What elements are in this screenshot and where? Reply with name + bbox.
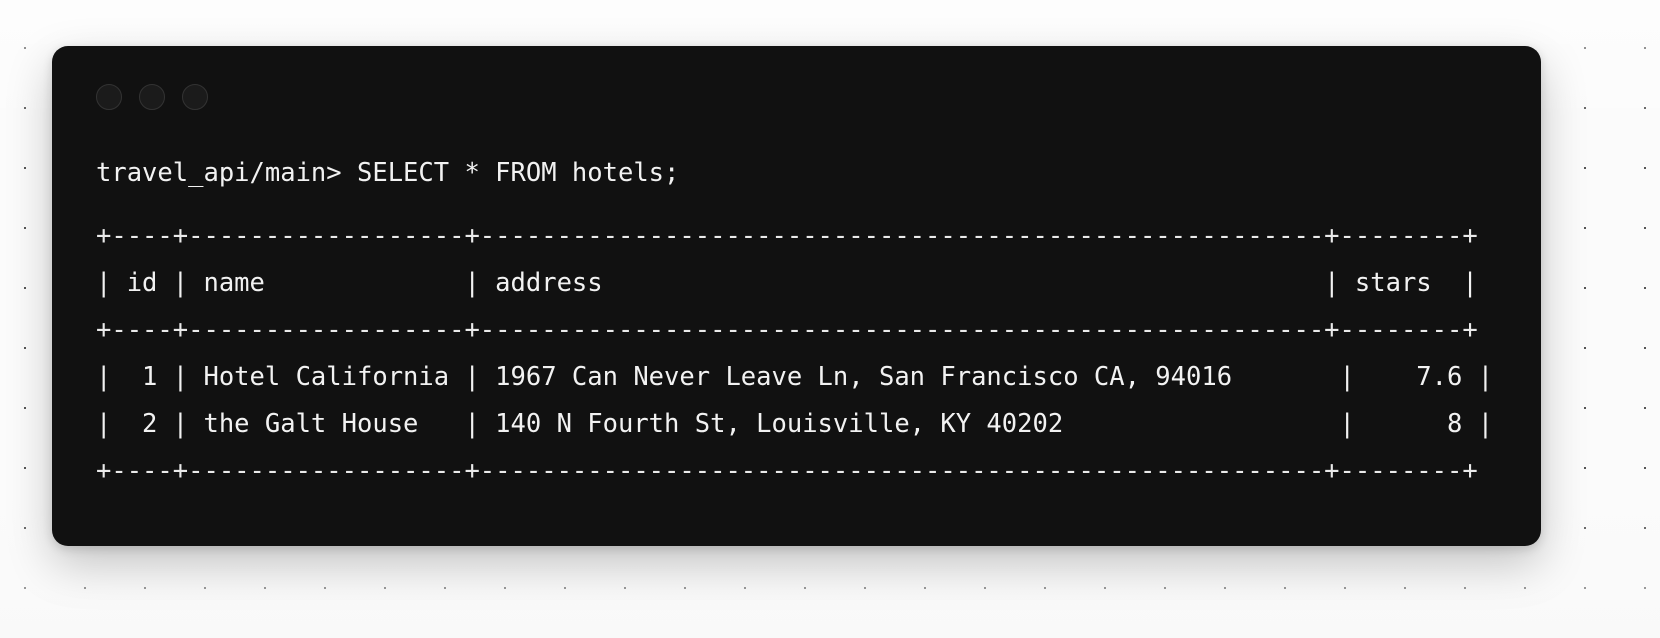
table-header-rule: +----+------------------+---------------… xyxy=(96,315,1478,345)
window-controls xyxy=(96,84,208,110)
table-header-row: | id | name | address | stars | xyxy=(96,268,1478,298)
table-row: | 1 | Hotel California | 1967 Can Never … xyxy=(96,362,1494,392)
table-bottom-rule: +----+------------------+---------------… xyxy=(96,456,1478,486)
table-row: | 2 | the Galt House | 140 N Fourth St, … xyxy=(96,409,1494,439)
terminal-titlebar[interactable] xyxy=(52,46,1541,150)
close-button[interactable] xyxy=(96,84,122,110)
output-spacer xyxy=(96,197,1541,213)
maximize-button[interactable] xyxy=(182,84,208,110)
prompt-line: travel_api/main> SELECT * FROM hotels; xyxy=(96,158,680,188)
terminal-window: travel_api/main> SELECT * FROM hotels; +… xyxy=(52,46,1541,546)
terminal-output[interactable]: travel_api/main> SELECT * FROM hotels; +… xyxy=(52,150,1541,546)
minimize-button[interactable] xyxy=(139,84,165,110)
table-top-rule: +----+------------------+---------------… xyxy=(96,221,1478,251)
